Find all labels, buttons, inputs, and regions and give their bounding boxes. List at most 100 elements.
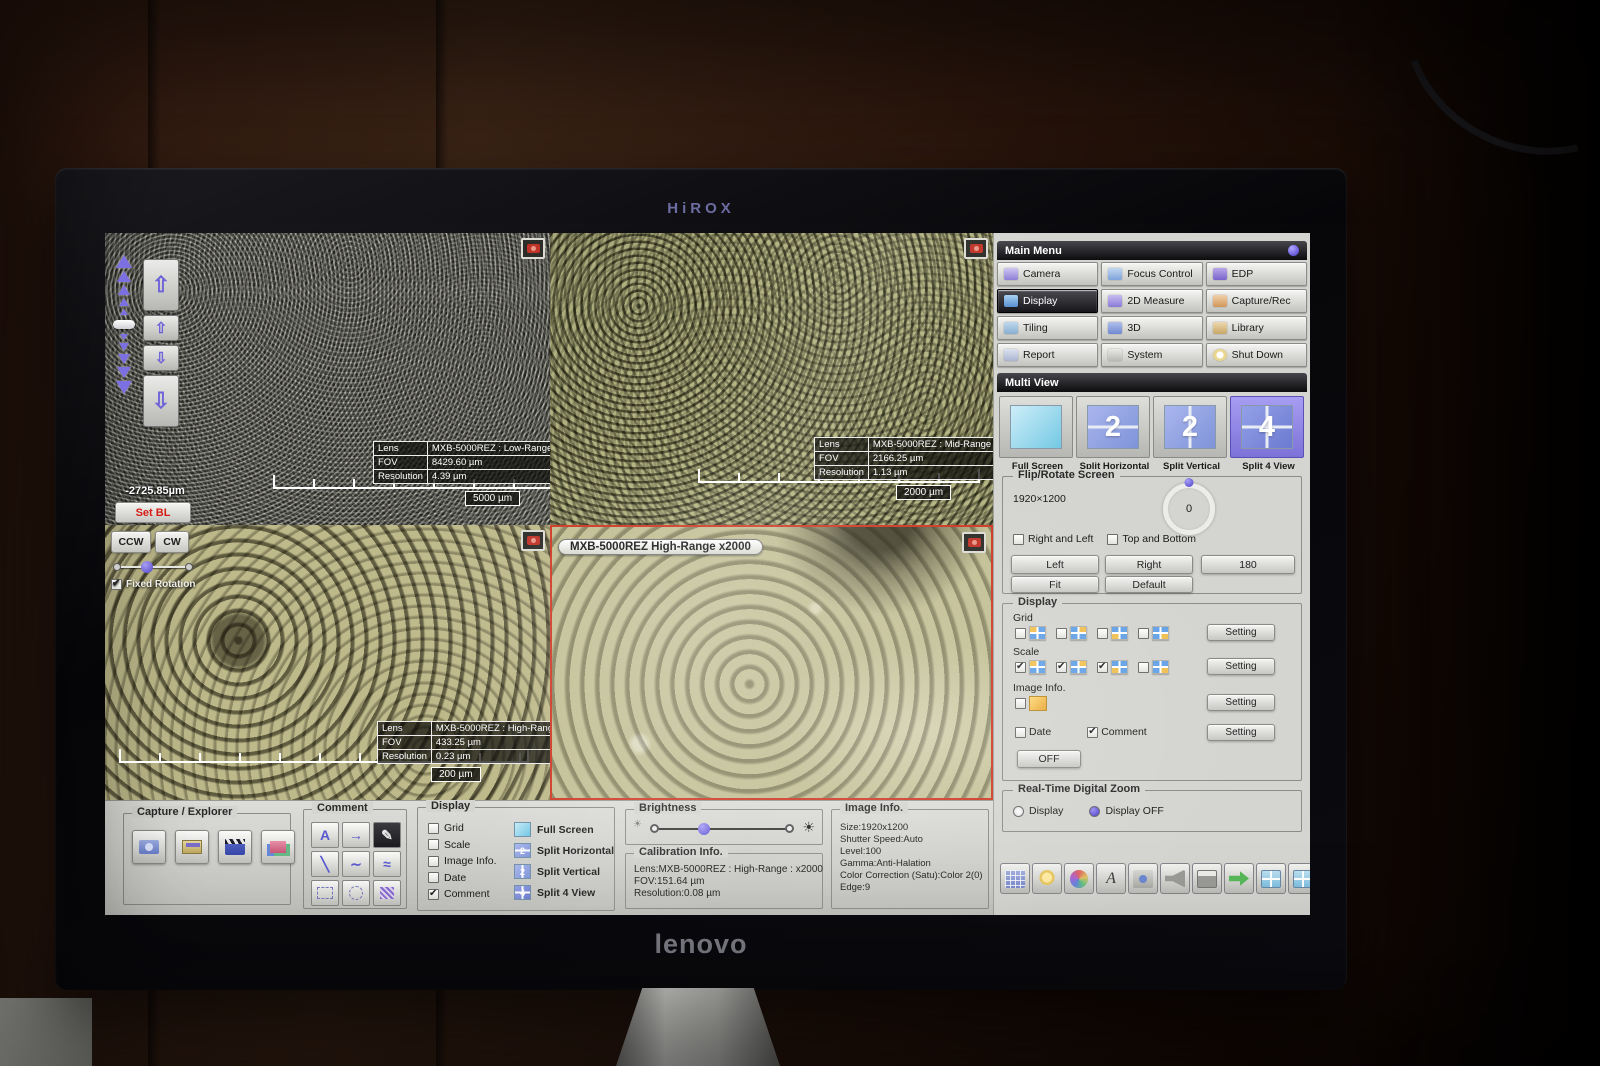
- display-radio[interactable]: [1013, 806, 1024, 817]
- camera-capture-icon[interactable]: [964, 238, 988, 259]
- down-arrow-icon[interactable]: [118, 354, 130, 364]
- date-comment-setting-button[interactable]: Setting: [1207, 724, 1275, 741]
- comment-note-button[interactable]: ✎: [373, 822, 401, 848]
- grid-q4-checkbox[interactable]: [1138, 628, 1149, 639]
- comment-text-button[interactable]: A: [311, 822, 339, 848]
- camera-capture-icon[interactable]: [521, 530, 545, 551]
- menu-orb-icon[interactable]: [1288, 245, 1299, 256]
- comment-rect-button[interactable]: [311, 880, 339, 906]
- keyboard-button[interactable]: [1000, 863, 1030, 894]
- explorer-button[interactable]: [261, 830, 295, 864]
- comment-checkbox[interactable]: [428, 889, 439, 900]
- flip-right-left-option[interactable]: Right and Left: [1013, 533, 1093, 545]
- scale-q3-checkbox[interactable]: [1097, 662, 1108, 673]
- capture-save-button[interactable]: [175, 830, 209, 864]
- full-screen-view[interactable]: Full Screen: [514, 822, 614, 837]
- palette-button[interactable]: [1064, 863, 1094, 894]
- off-button[interactable]: OFF: [1017, 750, 1081, 768]
- split-horizontal-view[interactable]: 2Split Horizontal: [514, 843, 614, 858]
- grid-q1-option[interactable]: [1015, 626, 1046, 640]
- set-bl-button[interactable]: Set BL: [115, 502, 191, 523]
- brightness-slider-knob[interactable]: [698, 823, 710, 835]
- flip-top-bottom-option[interactable]: Top and Bottom: [1107, 533, 1196, 545]
- fixed-rotation-option[interactable]: Fixed Rotation: [111, 579, 195, 590]
- grid-q3-option[interactable]: [1097, 626, 1128, 640]
- grid-setting-button[interactable]: Setting: [1207, 624, 1275, 641]
- scale-q4-checkbox[interactable]: [1138, 662, 1149, 673]
- date-option[interactable]: Date: [1015, 726, 1051, 738]
- scale-q2-option[interactable]: [1056, 660, 1087, 674]
- jog-up-button[interactable]: ⇧: [143, 315, 179, 341]
- print-button[interactable]: [1192, 863, 1222, 894]
- hand-capture-button[interactable]: [1128, 863, 1158, 894]
- comment-option[interactable]: Comment: [1087, 726, 1147, 738]
- grid-q3-checkbox[interactable]: [1097, 628, 1108, 639]
- comment-line-button[interactable]: ╲: [311, 851, 339, 877]
- scale-setting-button[interactable]: Setting: [1207, 658, 1275, 675]
- jog-down-button[interactable]: ⇩: [143, 345, 179, 371]
- comment-scribble-button[interactable]: ≈: [373, 851, 401, 877]
- menu-button-tiling[interactable]: Tiling: [997, 316, 1098, 340]
- scale-q1-checkbox[interactable]: [1015, 662, 1026, 673]
- right-and-left-checkbox[interactable]: [1013, 534, 1024, 545]
- fit-button[interactable]: Fit: [1011, 576, 1099, 593]
- up-arrow-icon[interactable]: [116, 255, 132, 268]
- comment-stamp-button[interactable]: [373, 880, 401, 906]
- menu-button-2d-measure[interactable]: 2D Measure: [1101, 289, 1202, 313]
- rotation-slider[interactable]: [113, 561, 193, 573]
- rotation-slider-knob[interactable]: [141, 561, 153, 573]
- comment-arrow-button[interactable]: →: [342, 822, 370, 848]
- ccw-button[interactable]: CCW: [111, 531, 151, 553]
- scale-option[interactable]: Scale: [428, 839, 497, 851]
- date-checkbox[interactable]: [428, 872, 439, 883]
- scale-q2-checkbox[interactable]: [1056, 662, 1067, 673]
- lamp-button[interactable]: [1032, 863, 1062, 894]
- camera-capture-icon[interactable]: [962, 532, 986, 553]
- rotate-right-button[interactable]: Right: [1105, 555, 1193, 574]
- brightness-slider[interactable]: [654, 828, 790, 830]
- top-and-bottom-checkbox[interactable]: [1107, 534, 1118, 545]
- up-arrow-icon[interactable]: [119, 298, 129, 306]
- default-button[interactable]: Default: [1105, 576, 1193, 593]
- split-vertical-button[interactable]: 2: [1153, 396, 1227, 458]
- menu-button-focus-control[interactable]: Focus Control: [1101, 262, 1202, 286]
- comment-checkbox[interactable]: [1087, 727, 1098, 738]
- grid-q1-checkbox[interactable]: [1015, 628, 1026, 639]
- rotate-left-button[interactable]: Left: [1011, 555, 1099, 574]
- jog-up-fast-button[interactable]: ⇧: [143, 259, 179, 311]
- image-info-checkbox[interactable]: [1015, 698, 1026, 709]
- split-vertical-view[interactable]: 2Split Vertical: [514, 864, 614, 879]
- grid-q2-checkbox[interactable]: [1056, 628, 1067, 639]
- scale-checkbox[interactable]: [428, 839, 439, 850]
- grid-checkbox[interactable]: [428, 823, 439, 834]
- rotation-dial[interactable]: 0: [1163, 483, 1215, 535]
- z-slider-thumb[interactable]: [113, 320, 135, 329]
- display-radio-option[interactable]: Display: [1013, 805, 1063, 817]
- jog-down-fast-button[interactable]: ⇩: [143, 375, 179, 427]
- down-arrow-icon[interactable]: [119, 343, 129, 351]
- comment-option[interactable]: Comment: [428, 888, 497, 900]
- fixed-rotation-checkbox[interactable]: [111, 579, 122, 590]
- down-arrow-icon[interactable]: [117, 367, 131, 378]
- down-arrow-icon[interactable]: [120, 334, 128, 340]
- display-off-radio-option[interactable]: Display OFF: [1089, 805, 1163, 817]
- split-4-view[interactable]: 4Split 4 View: [514, 885, 614, 900]
- scale-q3-option[interactable]: [1097, 660, 1128, 674]
- grid-option[interactable]: Grid: [428, 822, 497, 834]
- grid-q4-option[interactable]: [1138, 626, 1169, 640]
- image-info-setting-button[interactable]: Setting: [1207, 694, 1275, 711]
- menu-button-report[interactable]: Report: [997, 343, 1098, 367]
- camera-capture-icon[interactable]: [521, 238, 545, 259]
- menu-button-edp[interactable]: EDP: [1206, 262, 1307, 286]
- menu-button-shut-down[interactable]: Shut Down: [1206, 343, 1307, 367]
- scale-q1-option[interactable]: [1015, 660, 1046, 674]
- viewport-mid-range[interactable]: LensMXB-5000REZ : Mid-Range : x140 FOV21…: [550, 233, 993, 525]
- text-annotation-button[interactable]: A: [1096, 863, 1126, 894]
- viewport-high-range-2000-selected[interactable]: MXB-5000REZ High-Range x2000: [550, 525, 993, 800]
- menu-button-capture-rec[interactable]: Capture/Rec: [1206, 289, 1307, 313]
- up-arrow-icon[interactable]: [120, 309, 128, 315]
- split-horizontal-button[interactable]: 2: [1076, 396, 1150, 458]
- scale-q4-option[interactable]: [1138, 660, 1169, 674]
- window-grid-button[interactable]: [1256, 863, 1286, 894]
- date-checkbox[interactable]: [1015, 727, 1026, 738]
